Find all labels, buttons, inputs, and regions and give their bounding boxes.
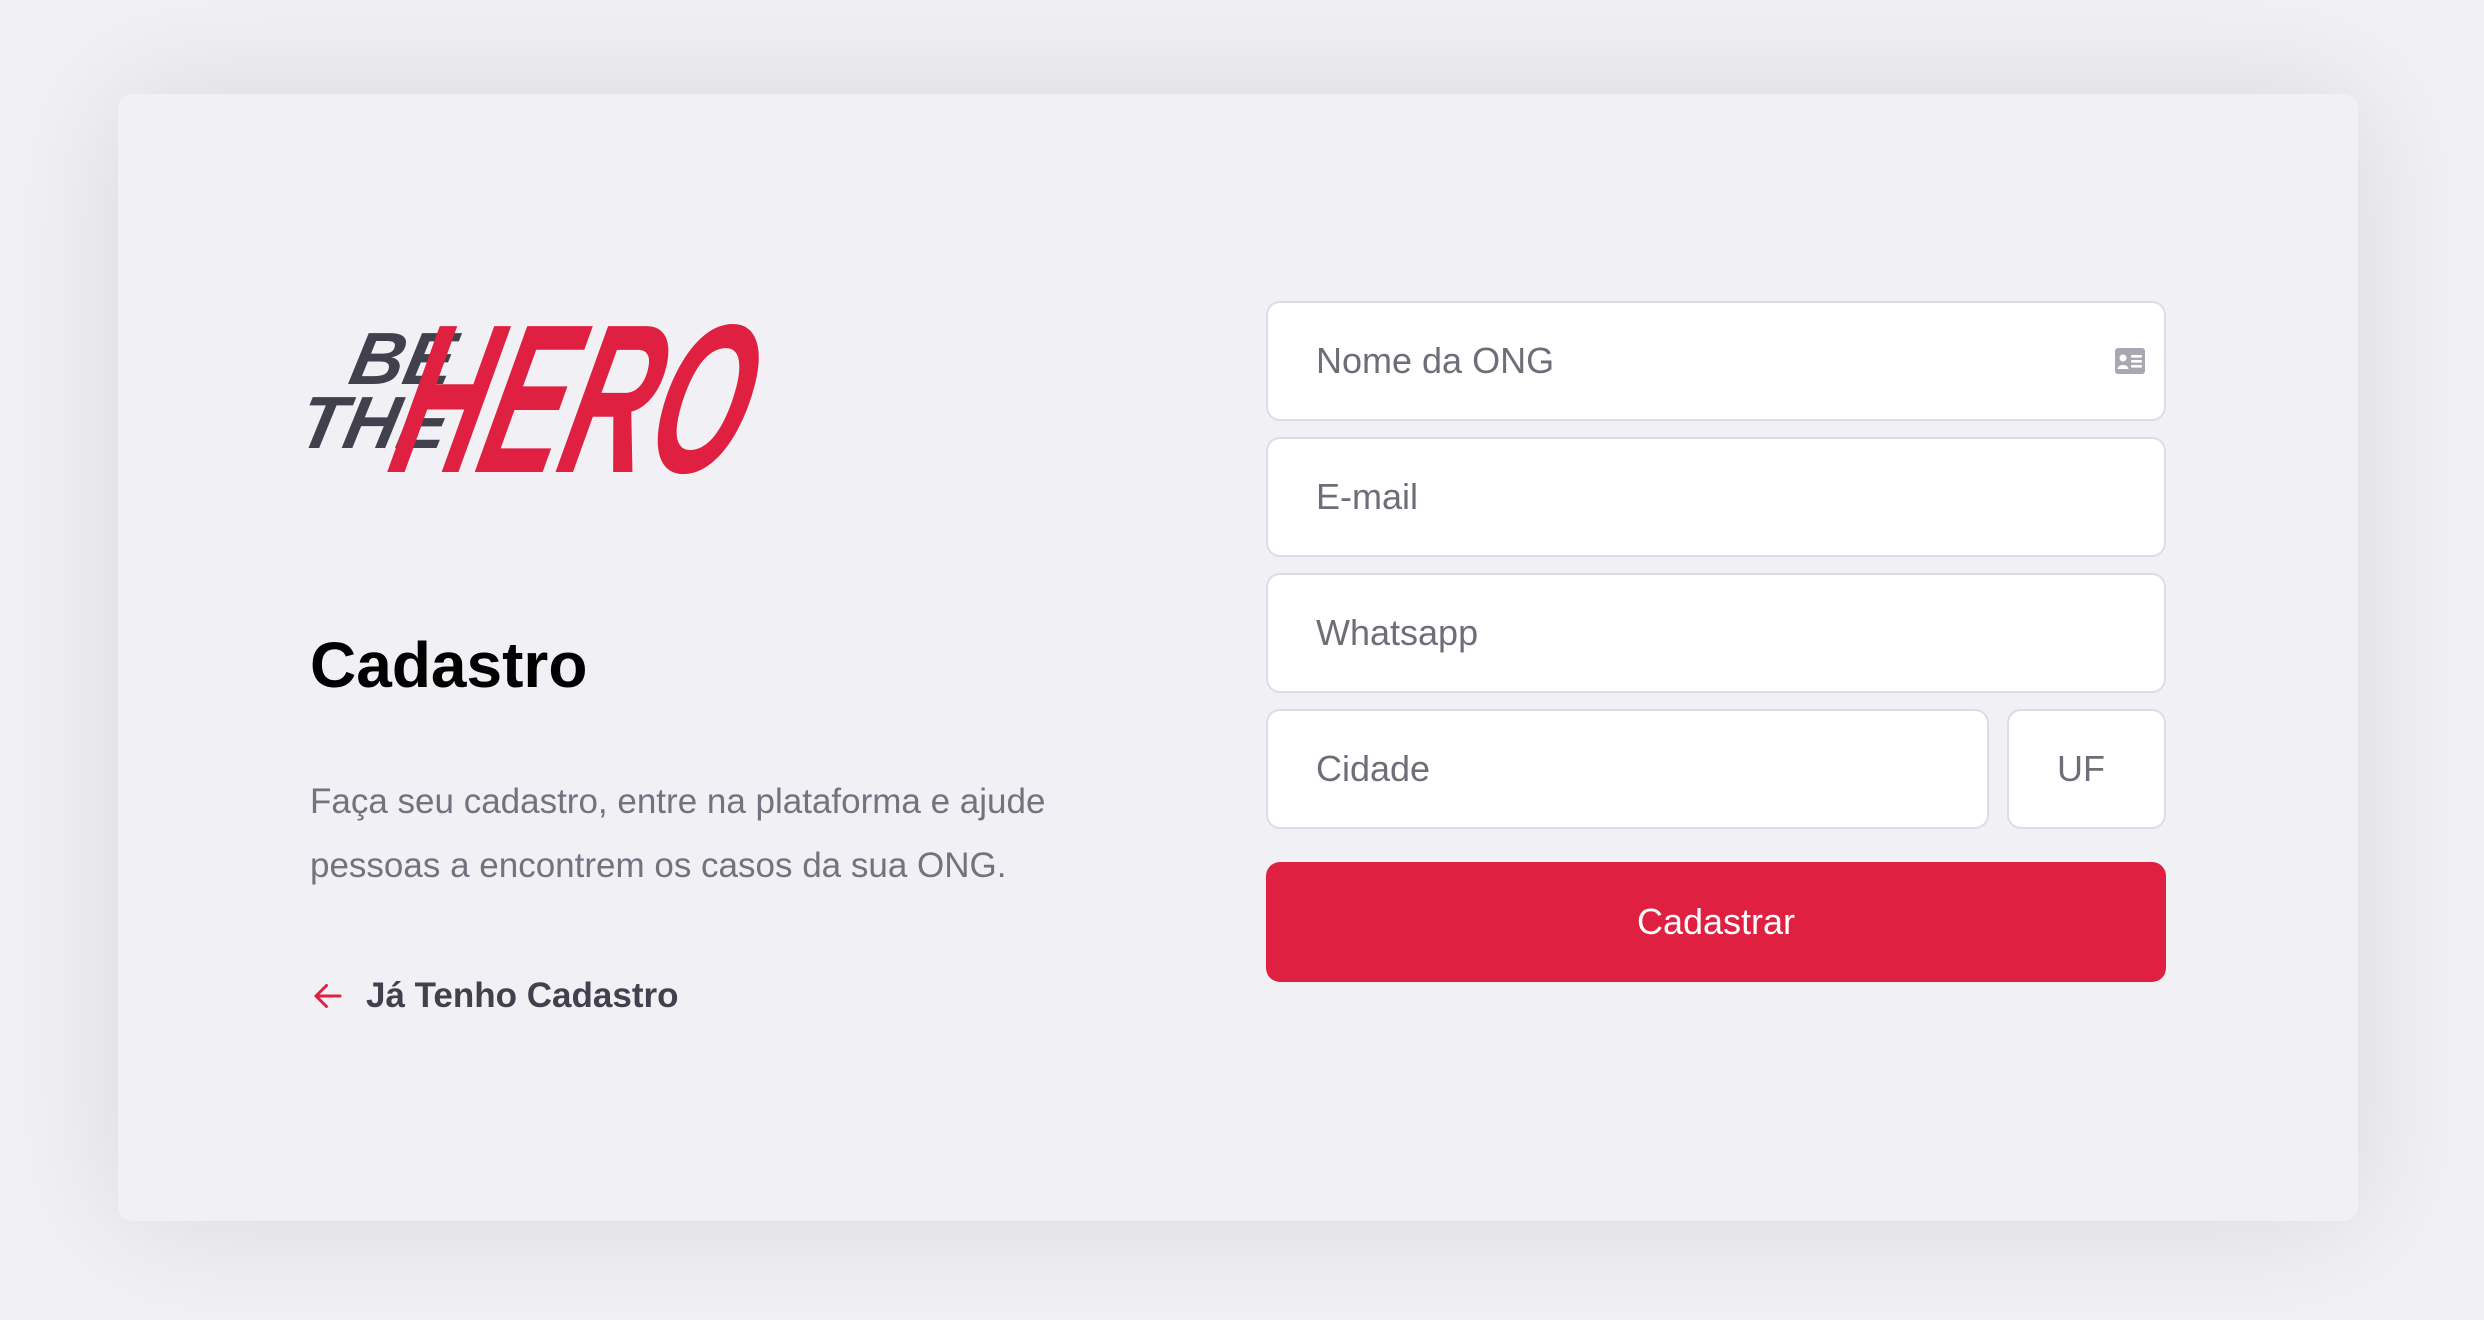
city-field [1266,709,1989,829]
register-button[interactable]: Cadastrar [1266,862,2166,982]
ong-name-input[interactable] [1268,303,2164,419]
back-link-label: Já Tenho Cadastro [366,976,679,1015]
arrow-left-icon [314,984,342,1008]
page-description: Faça seu cadastro, entre na plataforma e… [310,782,1046,885]
logo-hero-text: HERO [374,284,783,509]
register-card: BE THE HERO Cadastro Faça seu cadastro, … [118,94,2358,1221]
ong-name-field [1266,301,2166,421]
whatsapp-input[interactable] [1268,575,2164,691]
email-input[interactable] [1268,439,2164,555]
uf-input[interactable] [2009,711,2164,827]
city-input[interactable] [1268,711,1987,827]
whatsapp-field [1266,573,2166,693]
uf-field [2007,709,2166,829]
id-card-icon [2115,348,2145,374]
back-to-login-link[interactable]: Já Tenho Cadastro [310,976,678,1016]
page-title: Cadastro [310,629,588,701]
email-field [1266,437,2166,557]
be-the-hero-logo: BE THE HERO [308,284,783,509]
